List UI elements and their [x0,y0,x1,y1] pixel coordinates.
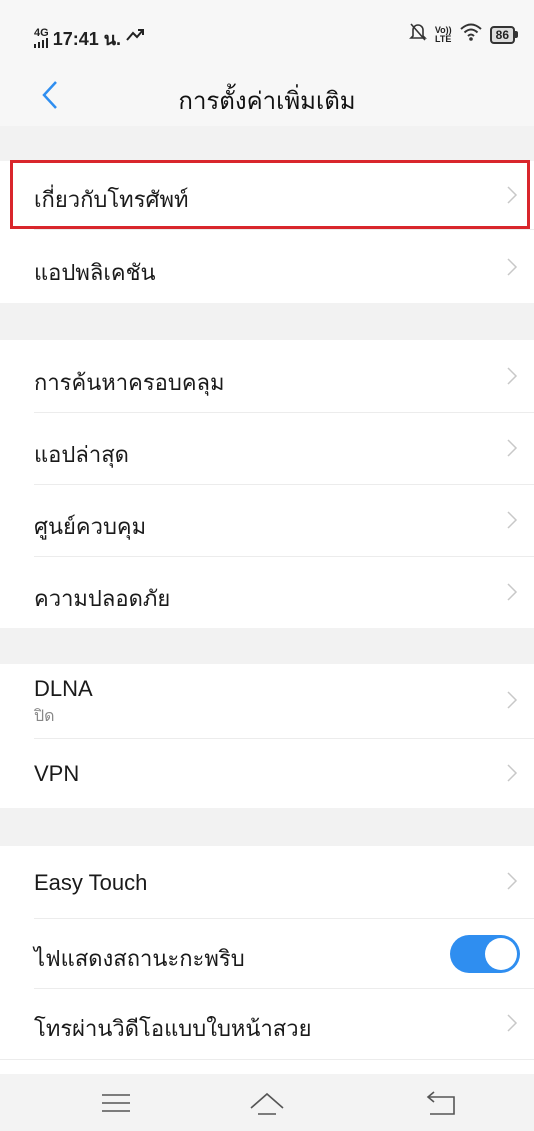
settings-row-applications[interactable]: แอปพลิเคชัน [0,230,534,303]
settings-row-dlna[interactable]: DLNA ปิด [0,664,534,738]
chevron-right-icon [507,764,518,782]
divider [0,1059,534,1060]
lte-label: LTE [435,33,452,44]
network-signal-icon: 4G [34,27,49,50]
settings-row-beauty-video-call[interactable]: โทรผ่านวิดีโอแบบใบหน้าสวย [0,989,534,1059]
row-label: Easy Touch [34,870,148,895]
row-label: แอปพลิเคชัน [34,260,156,285]
chevron-right-icon [507,258,518,276]
row-label: ความปลอดภัย [34,586,171,611]
chevron-right-icon [507,439,518,457]
chevron-right-icon [507,1014,518,1032]
settings-row-global-search[interactable]: การค้นหาครอบคลุม [0,340,534,412]
row-label: ไฟแสดงสถานะกะพริบ [34,946,245,971]
status-time: 17:41 น. [52,29,122,49]
home-icon[interactable] [247,1088,287,1118]
row-label: แอปล่าสุด [34,442,129,467]
battery-tip [515,31,518,38]
back-icon[interactable] [422,1088,462,1118]
blinking-indicator-toggle[interactable] [450,935,520,973]
chevron-right-icon [507,691,518,709]
settings-row-control-center[interactable]: ศูนย์ควบคุม [0,485,534,556]
row-label: VPN [34,761,80,786]
settings-row-blinking-indicator: ไฟแสดงสถานะกะพริบ [0,919,534,988]
row-sublabel: ปิด [34,708,55,725]
battery-icon: 86 [489,25,518,44]
missed-call-icon [125,28,145,49]
section-gap [0,808,534,846]
chevron-right-icon [507,583,518,601]
no-sim-notification-icon [408,22,427,47]
highlight-box [10,160,530,229]
section-gap [0,303,534,340]
row-label: โทรผ่านวิดีโอแบบใบหน้าสวย [34,1016,312,1041]
menu-icon[interactable] [96,1088,136,1118]
page-title: การตั้งค่าเพิ่มเติม [178,88,356,115]
status-bar: 4G 17:41 น. Vo)) LTE 86 [0,0,534,64]
battery-level: 86 [489,25,515,44]
toggle-knob [485,938,517,970]
chevron-right-icon [507,511,518,529]
chevron-right-icon [507,872,518,890]
settings-row-vpn[interactable]: VPN [0,739,534,808]
wifi-icon [459,23,482,46]
app-header: การตั้งค่าเพิ่มเติม [0,64,534,126]
navigation-bar [0,1074,534,1131]
section-gap [0,126,534,161]
volte-icon: Vo)) LTE [435,25,452,44]
chevron-right-icon [507,367,518,385]
row-label: DLNA [34,676,93,701]
row-label: การค้นหาครอบคลุม [34,370,225,395]
settings-row-security[interactable]: ความปลอดภัย [0,557,534,628]
section-gap [0,628,534,664]
settings-row-easy-touch[interactable]: Easy Touch [0,846,534,918]
status-right: Vo)) LTE 86 [408,22,518,47]
settings-row-recent-apps[interactable]: แอปล่าสุด [0,413,534,484]
row-label: ศูนย์ควบคุม [34,514,147,539]
status-left: 4G 17:41 น. [34,24,145,53]
